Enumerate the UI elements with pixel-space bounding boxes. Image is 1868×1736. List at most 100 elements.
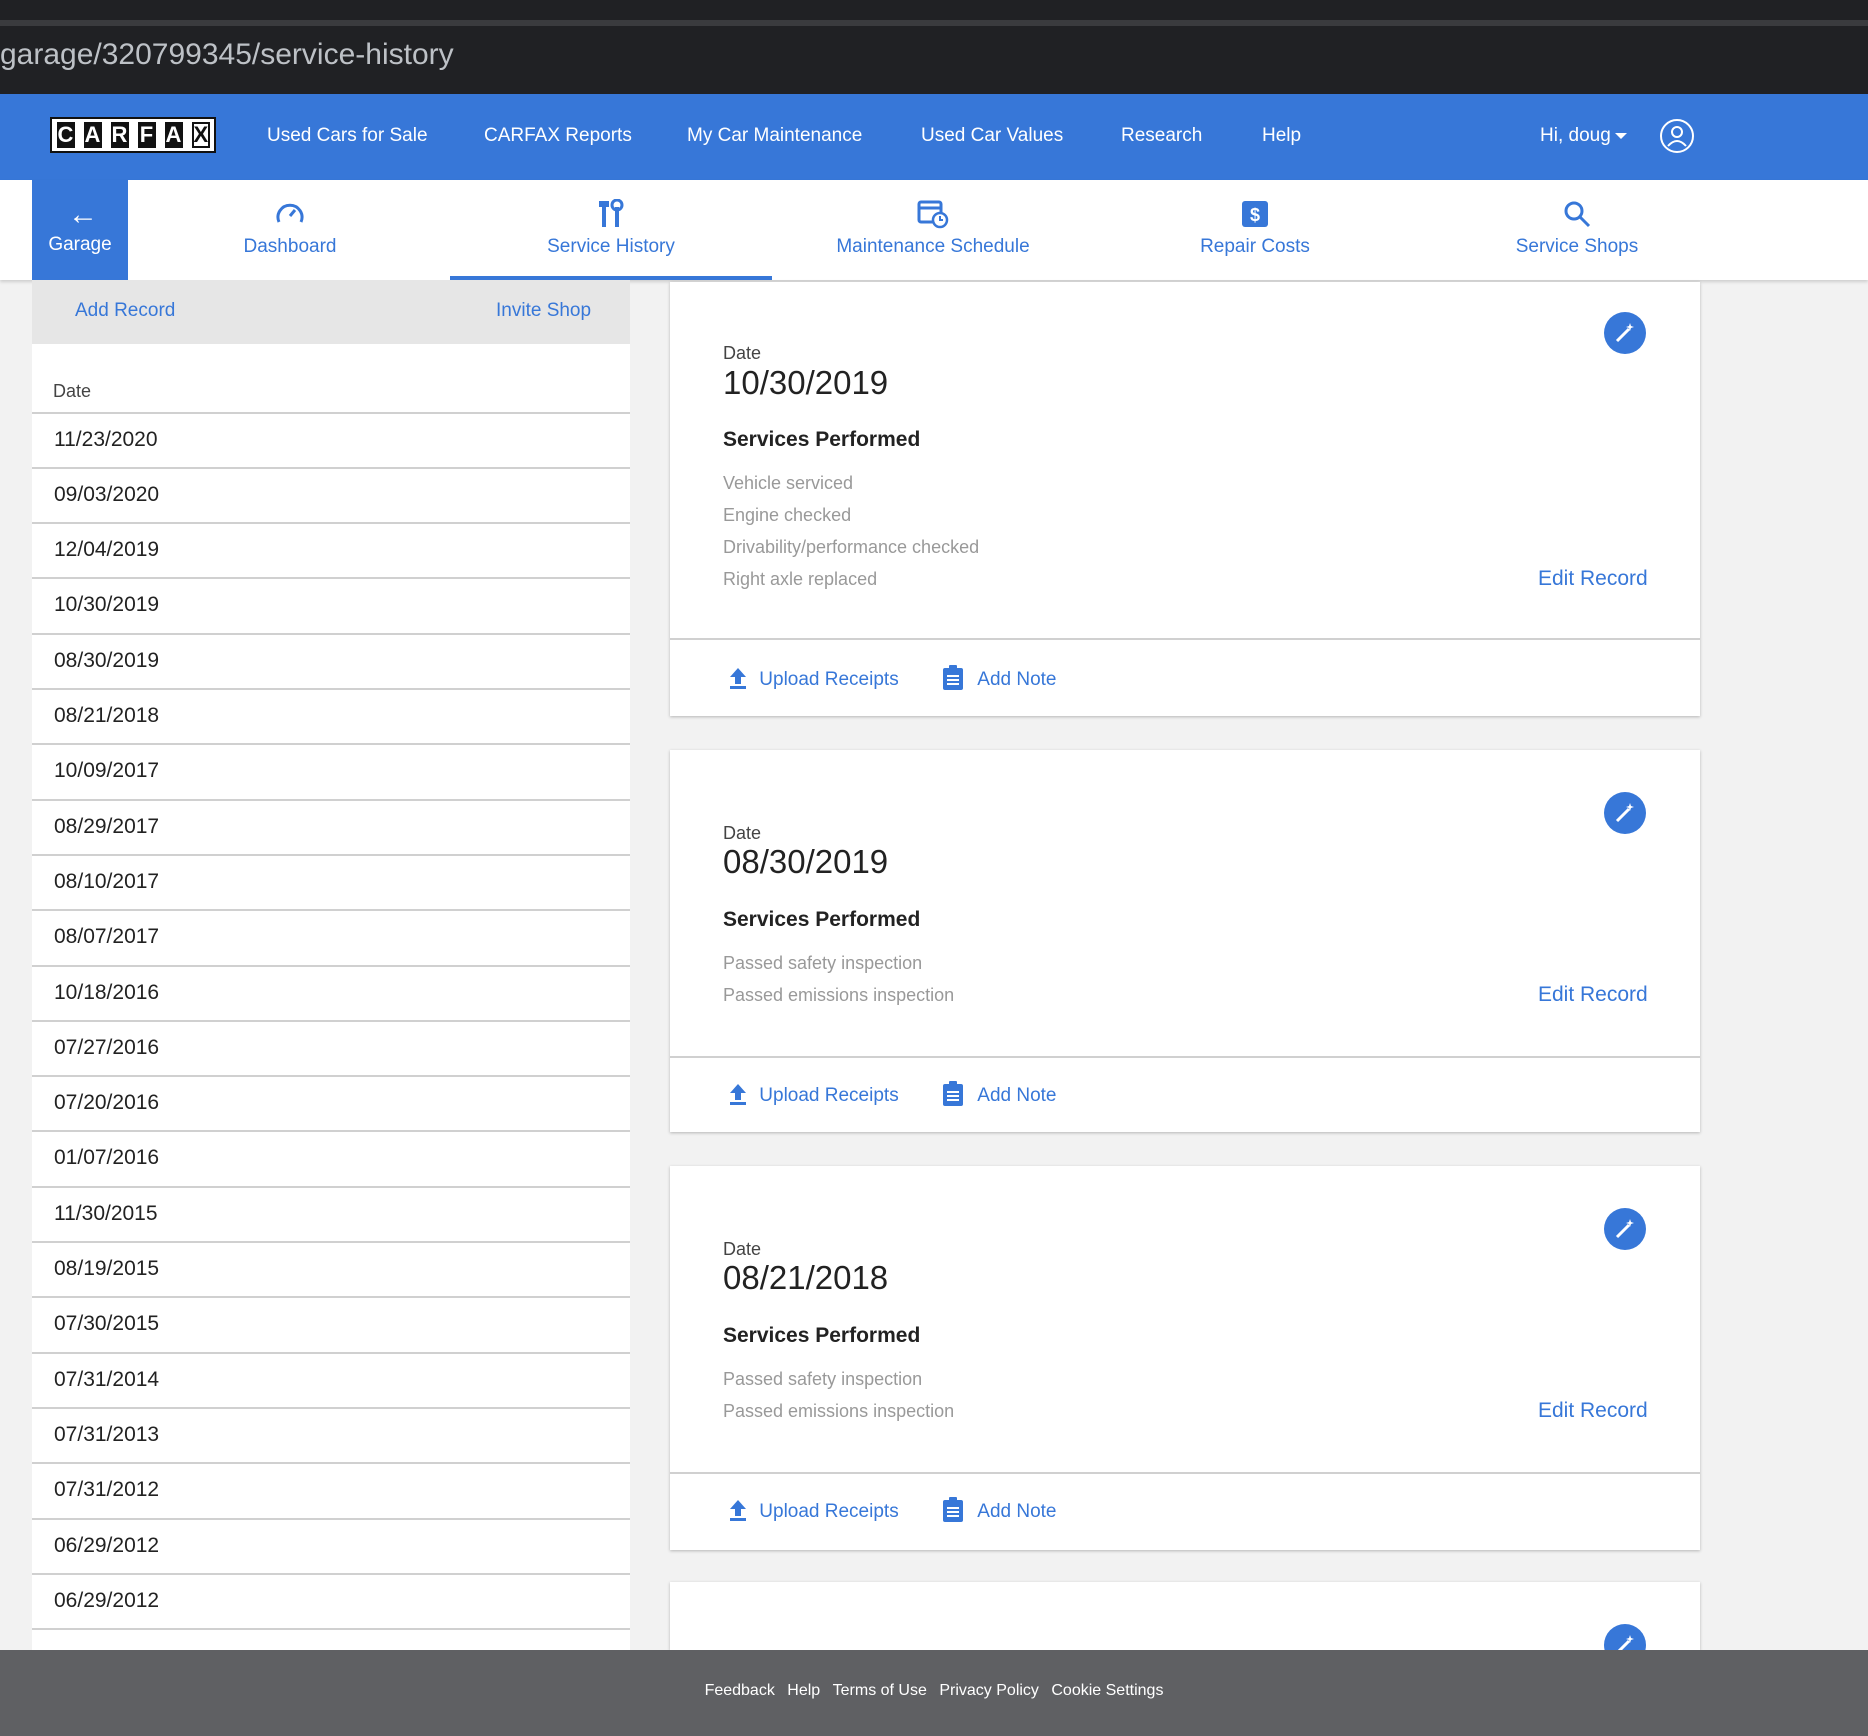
date-row[interactable]: 10/18/2016 bbox=[32, 965, 630, 1019]
footer-link-privacy[interactable]: Privacy Policy bbox=[939, 1682, 1039, 1699]
logo-letter: X bbox=[191, 122, 210, 148]
date-row[interactable]: 11/30/2015 bbox=[32, 1186, 630, 1240]
garage-back-button[interactable]: ← Garage bbox=[32, 180, 128, 280]
url-text[interactable]: garage/320799345/service-history bbox=[0, 30, 454, 80]
upload-icon bbox=[730, 1500, 746, 1521]
edit-record-button[interactable]: Edit Record bbox=[1538, 566, 1648, 592]
date-row[interactable]: 07/30/2015 bbox=[32, 1296, 630, 1350]
service-record-card: Date 10/30/2019 Services Performed Vehic… bbox=[670, 282, 1700, 716]
upload-receipts-button[interactable]: Upload Receipts bbox=[728, 667, 899, 692]
record-date-label: Date bbox=[723, 823, 762, 843]
footer-link-terms[interactable]: Terms of Use bbox=[833, 1682, 927, 1699]
date-row-text: 08/29/2017 bbox=[54, 815, 160, 838]
record-date-label: Date bbox=[723, 1239, 762, 1259]
nav-carfax-reports[interactable]: CARFAX Reports bbox=[484, 113, 632, 159]
record-date: 10/30/2019 bbox=[723, 364, 889, 401]
date-row-text: 07/31/2013 bbox=[54, 1423, 160, 1446]
date-row[interactable]: 01/07/2016 bbox=[32, 1130, 630, 1184]
add-note-button[interactable]: Add Note bbox=[942, 1497, 1057, 1524]
clipboard-icon bbox=[943, 1497, 963, 1522]
search-icon bbox=[1416, 198, 1738, 230]
date-row-text: 07/27/2016 bbox=[54, 1036, 160, 1059]
clipboard-icon bbox=[943, 1081, 963, 1106]
date-row[interactable]: 08/29/2017 bbox=[32, 799, 630, 853]
tab-maintenance-schedule[interactable]: Maintenance Schedule bbox=[772, 180, 1094, 280]
service-item: Vehicle serviced bbox=[723, 473, 854, 493]
nav-used-car-values[interactable]: Used Car Values bbox=[921, 113, 1063, 159]
tab-label: Repair Costs bbox=[1200, 236, 1310, 257]
upload-icon bbox=[730, 668, 746, 689]
date-row-text: 09/03/2020 bbox=[54, 483, 160, 506]
date-row[interactable]: 10/09/2017 bbox=[32, 743, 630, 797]
wrench-icon bbox=[450, 198, 772, 230]
add-note-label: Add Note bbox=[977, 669, 1057, 690]
date-column-header: Date bbox=[53, 381, 92, 401]
date-row[interactable]: 07/31/2014 bbox=[32, 1352, 630, 1406]
add-note-button[interactable]: Add Note bbox=[942, 1081, 1057, 1108]
magic-wand-icon[interactable] bbox=[1604, 1624, 1646, 1650]
date-row[interactable]: 09/03/2020 bbox=[32, 467, 630, 521]
add-record-button[interactable]: Add Record bbox=[75, 298, 175, 324]
carfax-logo[interactable]: C A R F A X bbox=[50, 117, 216, 153]
nav-my-car-maintenance[interactable]: My Car Maintenance bbox=[687, 113, 862, 159]
service-item: Passed emissions inspection bbox=[723, 1401, 955, 1421]
account-icon[interactable] bbox=[1660, 119, 1694, 153]
date-row[interactable]: 08/10/2017 bbox=[32, 854, 630, 908]
logo-letter: C bbox=[56, 122, 75, 148]
add-note-label: Add Note bbox=[977, 1085, 1057, 1106]
edit-record-button[interactable]: Edit Record bbox=[1538, 1398, 1648, 1424]
date-row[interactable] bbox=[32, 1628, 630, 1650]
services-performed-heading: Services Performed bbox=[723, 908, 921, 931]
date-row[interactable]: 07/20/2016 bbox=[32, 1075, 630, 1129]
date-row[interactable]: 06/29/2012 bbox=[32, 1518, 630, 1572]
date-row[interactable]: 07/31/2012 bbox=[32, 1462, 630, 1516]
nav-research[interactable]: Research bbox=[1121, 113, 1202, 159]
footer-link-cookie-settings[interactable]: Cookie Settings bbox=[1051, 1682, 1163, 1699]
magic-wand-icon[interactable] bbox=[1604, 312, 1646, 354]
tab-service-shops[interactable]: Service Shops bbox=[1416, 180, 1738, 280]
date-row-text: 06/29/2012 bbox=[54, 1589, 160, 1612]
magic-wand-icon[interactable] bbox=[1604, 1208, 1646, 1250]
user-menu[interactable]: Hi, doug bbox=[1540, 113, 1611, 159]
date-row[interactable]: 07/27/2016 bbox=[32, 1020, 630, 1074]
nav-help[interactable]: Help bbox=[1262, 113, 1301, 159]
card-divider bbox=[670, 638, 1700, 640]
service-item: Drivability/performance checked bbox=[723, 537, 980, 557]
add-note-button[interactable]: Add Note bbox=[942, 665, 1057, 692]
chevron-down-icon[interactable] bbox=[1615, 133, 1627, 139]
date-row[interactable]: 08/30/2019 bbox=[32, 633, 630, 687]
date-row[interactable]: 11/23/2020 bbox=[32, 412, 630, 466]
date-row[interactable]: 10/30/2019 bbox=[32, 577, 630, 631]
logo-letter: F bbox=[137, 122, 156, 148]
date-row[interactable]: 12/04/2019 bbox=[32, 522, 630, 576]
record-date: 08/21/2018 bbox=[723, 1259, 889, 1296]
tab-service-history[interactable]: Service History bbox=[450, 180, 772, 280]
date-row-text: 10/18/2016 bbox=[54, 981, 160, 1004]
footer-link-feedback[interactable]: Feedback bbox=[705, 1682, 775, 1699]
tab-dashboard[interactable]: Dashboard bbox=[160, 180, 420, 280]
date-row[interactable]: 07/31/2013 bbox=[32, 1407, 630, 1461]
date-row-text: 08/21/2018 bbox=[54, 704, 160, 727]
date-row[interactable]: 08/19/2015 bbox=[32, 1241, 630, 1295]
date-row-text: 07/20/2016 bbox=[54, 1091, 160, 1114]
upload-receipts-button[interactable]: Upload Receipts bbox=[728, 1499, 899, 1524]
service-record-card: Date 08/30/2019 Services Performed Passe… bbox=[670, 750, 1700, 1132]
upload-receipts-button[interactable]: Upload Receipts bbox=[728, 1083, 899, 1108]
tab-repair-costs[interactable]: $ Repair Costs bbox=[1094, 180, 1416, 280]
service-record-card: Date 08/21/2018 Services Performed Passe… bbox=[670, 1166, 1700, 1550]
edit-record-button[interactable]: Edit Record bbox=[1538, 982, 1648, 1008]
service-item: Passed safety inspection bbox=[723, 953, 923, 973]
dollar-icon: $ bbox=[1094, 198, 1416, 230]
date-row-text: 08/30/2019 bbox=[54, 649, 160, 672]
date-row-text: 12/04/2019 bbox=[54, 538, 160, 561]
date-row[interactable]: 08/07/2017 bbox=[32, 909, 630, 963]
card-divider bbox=[670, 1056, 1700, 1058]
date-row[interactable]: 08/21/2018 bbox=[32, 688, 630, 742]
invite-shop-button[interactable]: Invite Shop bbox=[496, 298, 591, 324]
date-row[interactable]: 06/29/2012 bbox=[32, 1573, 630, 1627]
date-row-text: 06/29/2012 bbox=[54, 1534, 160, 1557]
magic-wand-icon[interactable] bbox=[1604, 792, 1646, 834]
nav-used-cars[interactable]: Used Cars for Sale bbox=[267, 113, 428, 159]
tab-label: Service Shops bbox=[1515, 236, 1639, 257]
footer-link-help[interactable]: Help bbox=[787, 1682, 820, 1699]
